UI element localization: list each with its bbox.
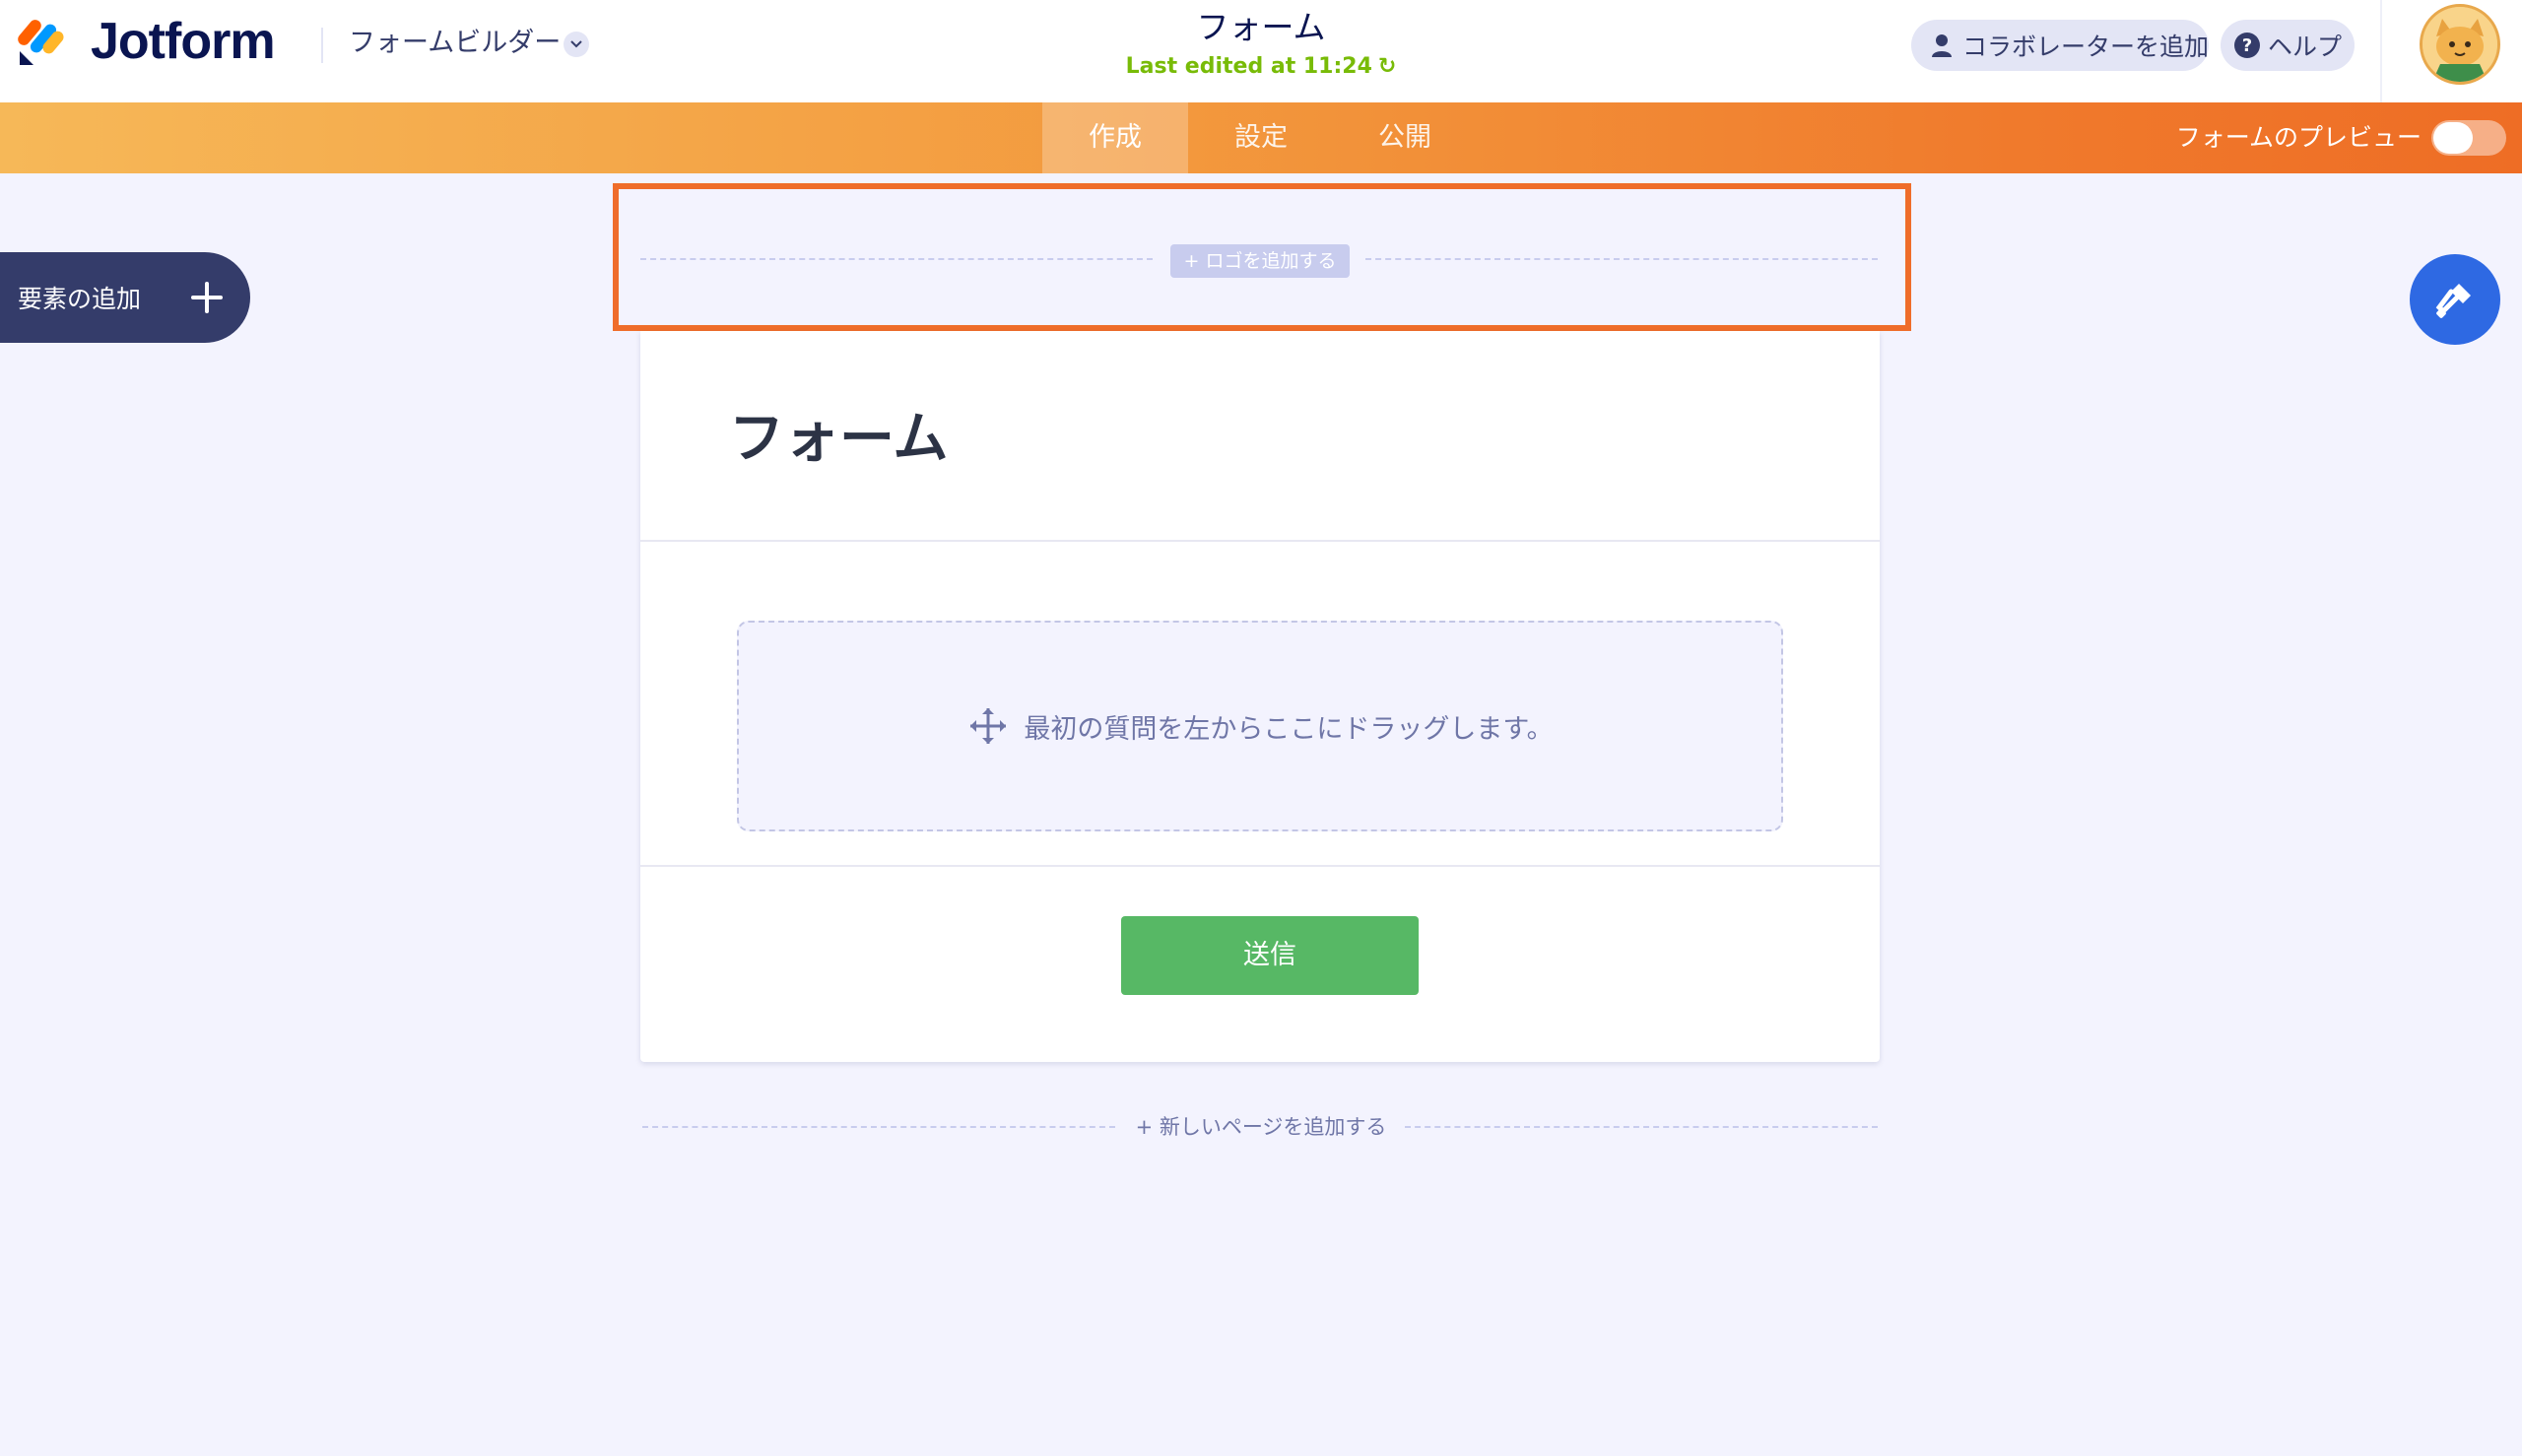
submit-button[interactable]: 送信 — [1121, 916, 1419, 995]
chevron-down-icon[interactable] — [564, 32, 589, 57]
add-new-page-button[interactable]: + 新しいページを追加する — [1123, 1109, 1399, 1145]
refresh-icon[interactable]: ↻ — [1378, 51, 1396, 83]
form-title[interactable]: フォーム — [1064, 4, 1458, 51]
plus-icon — [191, 282, 223, 313]
logo-dashed-line-left — [640, 258, 1153, 260]
add-collaborator-label: コラボレーターを追加 — [1962, 33, 2210, 61]
top-header: Jotform フォームビルダー フォーム Last edited at 11:… — [0, 0, 2522, 102]
add-logo-button[interactable]: + ロゴを追加する — [1170, 244, 1350, 278]
tab-settings[interactable]: 設定 — [1188, 102, 1334, 173]
paint-roller-icon — [2435, 284, 2471, 318]
form-preview-label: フォームのプレビュー — [2175, 123, 2422, 152]
card-divider — [640, 540, 1880, 542]
header-divider-right — [2380, 0, 2382, 102]
form-designer-button[interactable] — [2410, 254, 2500, 345]
form-builder-menu[interactable]: フォームビルダー — [349, 22, 561, 65]
logo-dashed-line-right — [1365, 258, 1878, 260]
add-element-label: 要素の追加 — [18, 285, 142, 313]
help-button[interactable]: ? ヘルプ — [2221, 20, 2355, 71]
form-card: フォーム 最初の質問を左からここにドラッグします。 送信 — [640, 331, 1880, 1062]
cat-avatar-icon — [2422, 7, 2497, 82]
question-drop-zone[interactable]: 最初の質問を左からここにドラッグします。 — [737, 621, 1783, 831]
help-icon: ? — [2234, 33, 2260, 58]
tab-build[interactable]: 作成 — [1042, 102, 1188, 173]
help-label: ヘルプ — [2268, 33, 2343, 61]
page-dashed-line-left — [642, 1126, 1115, 1128]
last-edited-text: Last edited at 11:24 — [1125, 54, 1372, 79]
header-divider — [321, 28, 323, 63]
jotform-logo-icon[interactable] — [18, 16, 69, 67]
add-element-button[interactable]: 要素の追加 — [0, 252, 250, 343]
builder-navbar: 作成 設定 公開 フォームのプレビュー — [0, 102, 2522, 173]
move-arrows-icon — [970, 708, 1007, 744]
brand-name[interactable]: Jotform — [91, 10, 276, 73]
card-divider — [640, 865, 1880, 867]
form-heading[interactable]: フォーム — [729, 400, 948, 479]
toggle-knob — [2433, 122, 2473, 154]
avatar[interactable] — [2420, 4, 2500, 85]
drop-zone-hint: 最初の質問を左からここにドラッグします。 — [1024, 713, 1554, 745]
form-preview-toggle[interactable] — [2431, 120, 2506, 156]
page-dashed-line-right — [1405, 1126, 1878, 1128]
last-edited-status: Last edited at 11:24 ↻ — [1064, 51, 1458, 83]
add-collaborator-button[interactable]: コラボレーターを追加 — [1911, 20, 2209, 71]
tab-publish[interactable]: 公開 — [1334, 102, 1476, 173]
user-icon — [1932, 34, 1952, 57]
